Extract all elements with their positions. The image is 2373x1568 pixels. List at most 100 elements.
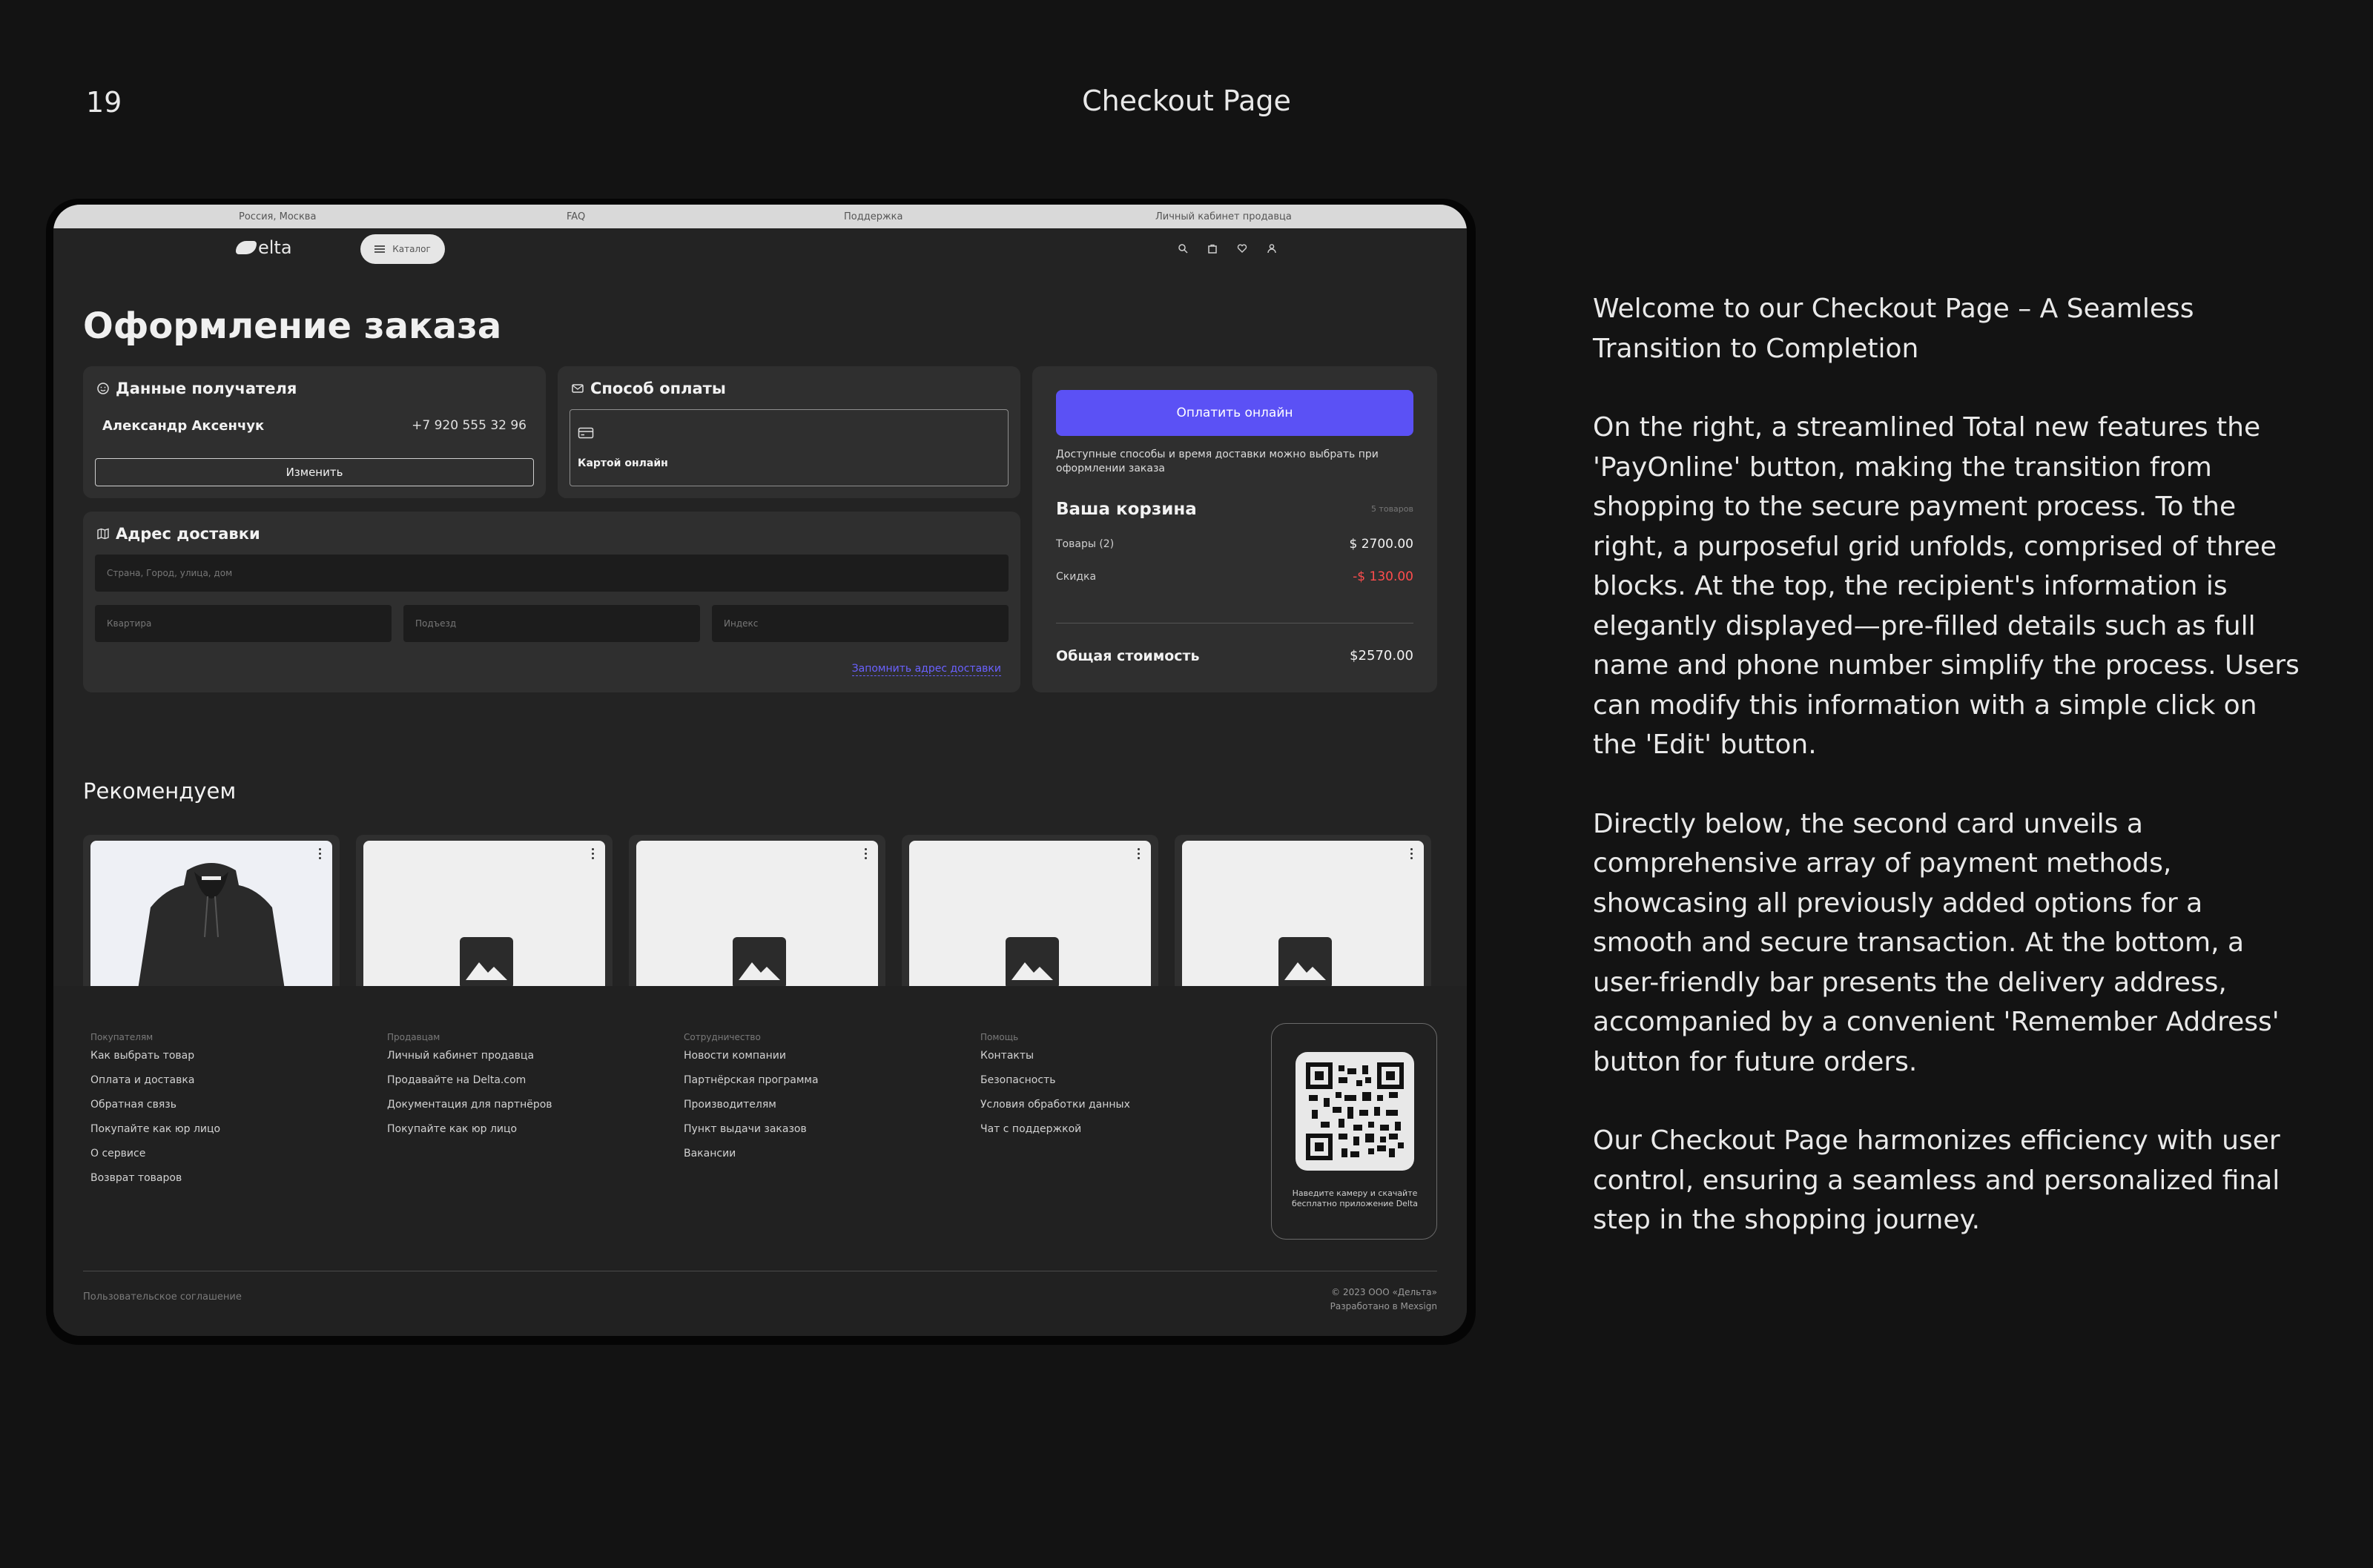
user-icon[interactable]: [1267, 243, 1277, 254]
footer-link[interactable]: Покупайте как юр лицо: [387, 1123, 552, 1148]
pay-online-button[interactable]: Оплатить онлайн: [1056, 390, 1413, 436]
discount-label: Скидка: [1056, 571, 1097, 583]
more-options-icon[interactable]: [1138, 848, 1141, 861]
footer-link[interactable]: Производителям: [684, 1099, 819, 1123]
logo[interactable]: elta: [236, 237, 292, 258]
cart-title: Ваша корзина: [1056, 500, 1197, 519]
catalog-label: Каталог: [392, 244, 431, 254]
footer-copyright: © 2023 ООО «Дельта» Разработано в Mexsig…: [1330, 1286, 1437, 1314]
footer-link[interactable]: Оплата и доставка: [90, 1074, 220, 1099]
search-icon[interactable]: [1178, 243, 1188, 254]
footer-link[interactable]: Покупайте как юр лицо: [90, 1123, 220, 1148]
menu-icon: [374, 245, 386, 253]
zip-code-input[interactable]: Индекс: [712, 605, 1009, 642]
recipient-card-title: Данные получателя: [96, 380, 297, 397]
tablet-frame: Россия, Москва FAQ Поддержка Личный каби…: [46, 199, 1476, 1345]
app-download-qr-box: Наведите камеру и скачайте бесплатно при…: [1271, 1023, 1437, 1240]
footer-link[interactable]: Обратная связь: [90, 1099, 220, 1123]
location-link[interactable]: Россия, Москва: [239, 211, 316, 222]
qr-caption-line-2: бесплатно приложение Delta: [1291, 1199, 1419, 1208]
footer-heading: Покупателям: [90, 1032, 154, 1042]
cart-count: 5 товаров: [1370, 504, 1413, 514]
payment-card-title: Способ оплаты: [571, 380, 726, 397]
footer-link[interactable]: Пункт выдачи заказов: [684, 1123, 819, 1148]
items-value: $ 2700.00: [1349, 537, 1413, 552]
credit-text: Разработано в Mexsign: [1330, 1301, 1437, 1311]
footer-link[interactable]: Личный кабинет продавца: [387, 1050, 552, 1074]
footer-link[interactable]: Чат с поддержкой: [980, 1123, 1130, 1148]
copyright-text: © 2023 ООО «Дельта»: [1331, 1287, 1437, 1297]
more-options-icon[interactable]: [592, 848, 595, 861]
qr-code-pattern: [1306, 1062, 1404, 1160]
description-paragraph: Our Checkout Page harmonizes efficiency …: [1593, 1125, 2280, 1235]
apartment-input[interactable]: Квартира: [95, 605, 392, 642]
footer-link[interactable]: Возврат товаров: [90, 1172, 220, 1197]
description-paragraph: Directly below, the second card unveils …: [1593, 808, 2280, 1077]
user-agreement-link[interactable]: Пользовательское соглашение: [83, 1291, 242, 1303]
footer-link[interactable]: Как выбрать товар: [90, 1050, 220, 1074]
entrance-input[interactable]: Подъезд: [403, 605, 700, 642]
bag-icon[interactable]: [1207, 243, 1218, 254]
more-options-icon[interactable]: [1410, 848, 1413, 861]
footer-link[interactable]: Партнёрская программа: [684, 1074, 819, 1099]
recipient-card: Данные получателя Александр Аксенчук +7 …: [83, 366, 546, 498]
footer-link[interactable]: Документация для партнёров: [387, 1099, 552, 1123]
footer-link[interactable]: Условия обработки данных: [980, 1099, 1130, 1123]
top-bar: Россия, Москва FAQ Поддержка Личный каби…: [53, 205, 1467, 228]
footer-link[interactable]: Вакансии: [684, 1148, 819, 1172]
footer-heading: Продавцам: [387, 1032, 440, 1042]
seller-cabinet-link[interactable]: Личный кабинет продавца: [1155, 211, 1292, 222]
recipient-title-text: Данные получателя: [116, 380, 297, 397]
page-heading: Оформление заказа: [83, 305, 502, 347]
street-address-input[interactable]: Страна, Город, улица, дом: [95, 555, 1009, 592]
total-label: Общая стоимость: [1056, 648, 1200, 664]
footer: Покупателям Как выбрать товар Оплата и д…: [53, 986, 1467, 1336]
description-text: Welcome to our Checkout Page – A Seamles…: [1593, 289, 2305, 1280]
address-title-text: Адрес доставки: [116, 525, 260, 543]
credit-card-icon: [578, 427, 594, 439]
footer-link[interactable]: Безопасность: [980, 1074, 1130, 1099]
qr-caption: Наведите камеру и скачайте бесплатно при…: [1272, 1188, 1438, 1209]
footer-link[interactable]: Контакты: [980, 1050, 1130, 1074]
catalog-button[interactable]: Каталог: [360, 234, 445, 264]
faq-link[interactable]: FAQ: [567, 211, 585, 222]
smile-icon: [97, 383, 109, 394]
more-options-icon[interactable]: [319, 848, 322, 861]
more-options-icon[interactable]: [865, 848, 868, 861]
payment-title-text: Способ оплаты: [590, 380, 726, 397]
remember-address-link[interactable]: Запомнить адрес доставки: [851, 663, 1001, 676]
delivery-note: Доступные способы и время доставки можно…: [1056, 449, 1379, 474]
navbar: elta Каталог: [53, 228, 1467, 270]
payment-option-label: Картой онлайн: [578, 457, 668, 469]
total-value: $2570.00: [1350, 648, 1413, 664]
footer-heading: Помощь: [980, 1032, 1019, 1042]
payment-option-card-online[interactable]: Картой онлайн: [570, 409, 1009, 486]
image-placeholder-icon: [733, 937, 786, 989]
items-label: Товары (2): [1056, 538, 1115, 550]
heart-icon[interactable]: [1237, 243, 1247, 254]
footer-link[interactable]: О сервисе: [90, 1148, 220, 1172]
edit-recipient-button[interactable]: Изменить: [95, 458, 534, 486]
qr-caption-line-1: Наведите камеру и скачайте: [1292, 1188, 1418, 1198]
delivery-address-card: Адрес доставки Страна, Город, улица, дом…: [83, 512, 1020, 692]
footer-heading: Сотрудничество: [684, 1032, 761, 1042]
checkout-screen: Россия, Москва FAQ Поддержка Личный каби…: [53, 205, 1467, 1336]
description-paragraph: On the right, a streamlined Total new fe…: [1593, 412, 2300, 760]
map-icon: [97, 528, 109, 540]
recommended-title: Рекомендуем: [83, 778, 237, 804]
footer-link[interactable]: Новости компании: [684, 1050, 819, 1074]
support-link[interactable]: Поддержка: [844, 211, 903, 222]
order-summary-card: Оплатить онлайн Доступные способы и врем…: [1032, 366, 1437, 692]
footer-column-help: Помощь Контакты Безопасность Условия обр…: [980, 1032, 1130, 1148]
address-card-title: Адрес доставки: [96, 525, 260, 543]
footer-link[interactable]: Продавайте на Delta.com: [387, 1074, 552, 1099]
qr-code[interactable]: [1296, 1052, 1414, 1171]
footer-column-buyers: Покупателям Как выбрать товар Оплата и д…: [90, 1032, 220, 1197]
envelope-icon: [572, 384, 584, 393]
image-placeholder-icon: [1278, 937, 1332, 989]
discount-value: -$ 130.00: [1353, 569, 1413, 584]
footer-column-cooperation: Сотрудничество Новости компании Партнёрс…: [684, 1032, 819, 1172]
image-placeholder-icon: [460, 937, 513, 989]
image-placeholder-icon: [1006, 937, 1059, 989]
logo-text: elta: [258, 237, 292, 258]
